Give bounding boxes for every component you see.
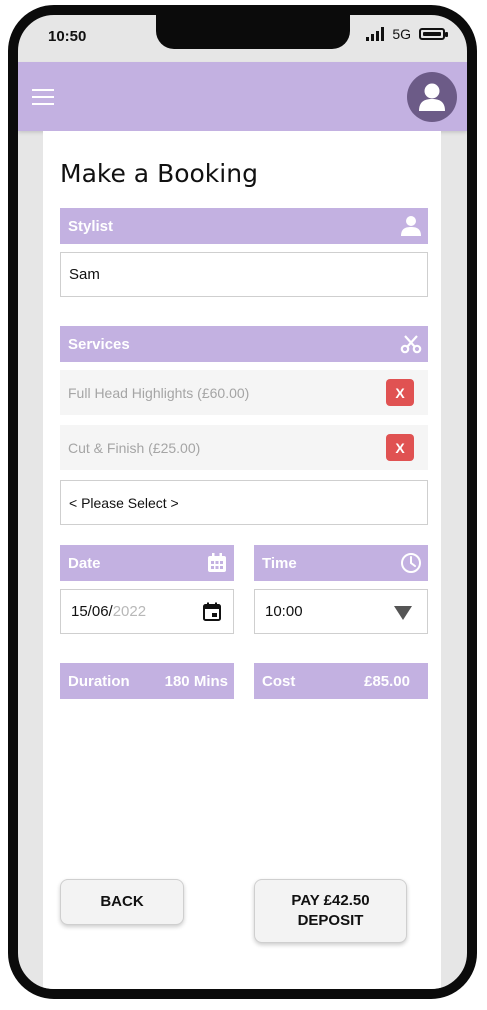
services-header: Services — [60, 326, 428, 362]
service-item: Cut & Finish (£25.00) X — [60, 425, 428, 470]
remove-service-button[interactable]: X — [386, 434, 414, 461]
service-name: Full Head Highlights (£60.00) — [68, 384, 250, 401]
back-button[interactable]: BACK — [60, 879, 184, 925]
stylist-label: Stylist — [68, 217, 114, 235]
time-label: Time — [262, 554, 297, 572]
cost-bar: Cost £85.00 — [254, 663, 428, 699]
calendar-icon — [206, 552, 228, 578]
phone-frame: 10:50 5G Make a Booking Stylist Sam Serv — [8, 5, 477, 999]
status-time: 10:50 — [48, 28, 87, 45]
stylist-field[interactable]: Sam — [60, 252, 428, 297]
date-header: Date — [60, 545, 234, 581]
services-label: Services — [68, 335, 130, 353]
duration-value: 180 Mins — [164, 672, 228, 690]
user-avatar-icon[interactable] — [407, 72, 457, 122]
booking-form: Make a Booking Stylist Sam Services Full… — [43, 131, 441, 989]
date-year: 2022 — [112, 603, 147, 620]
battery-icon — [419, 28, 448, 40]
time-header: Time — [254, 545, 428, 581]
service-name: Cut & Finish (£25.00) — [68, 439, 201, 456]
remove-service-button[interactable]: X — [386, 379, 414, 406]
date-field[interactable]: 15/06/2022 — [60, 589, 234, 634]
pay-deposit-button[interactable]: PAY £42.50 DEPOSIT — [254, 879, 407, 943]
cost-label: Cost — [262, 672, 296, 690]
status-icons: 5G — [366, 26, 448, 42]
person-icon — [400, 215, 422, 241]
date-label: Date — [68, 554, 101, 572]
calendar-event-icon[interactable] — [202, 602, 222, 626]
cost-value: £85.00 — [364, 672, 410, 690]
stylist-header: Stylist — [60, 208, 428, 244]
hamburger-menu-icon[interactable] — [32, 89, 54, 105]
clock-icon — [400, 552, 422, 578]
service-item: Full Head Highlights (£60.00) X — [60, 370, 428, 415]
time-select[interactable]: 10:00 — [254, 589, 428, 634]
signal-icon — [366, 27, 385, 41]
app-header — [18, 62, 467, 131]
page-title: Make a Booking — [60, 159, 258, 188]
service-select[interactable]: < Please Select > — [60, 480, 428, 525]
date-day-month: 15/06/ — [71, 603, 113, 620]
scissors-icon — [400, 333, 422, 359]
notch — [156, 15, 350, 49]
duration-bar: Duration 180 Mins — [60, 663, 234, 699]
duration-label: Duration — [68, 672, 130, 690]
network-label: 5G — [392, 26, 411, 42]
time-value: 10:00 — [265, 603, 303, 620]
triangle-down-icon — [394, 606, 412, 624]
